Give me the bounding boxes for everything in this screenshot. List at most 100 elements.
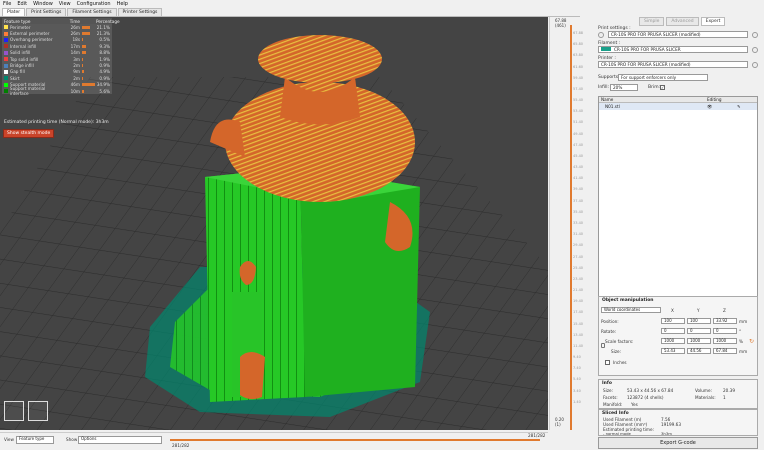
cube-iso-icon[interactable] bbox=[4, 401, 24, 421]
horizontal-slider[interactable] bbox=[170, 439, 540, 441]
position-z-input[interactable]: 33.92 bbox=[713, 318, 737, 324]
show-select[interactable]: Options bbox=[78, 436, 162, 444]
tab-filament-settings[interactable]: Filament Settings bbox=[67, 8, 117, 16]
menu-edit[interactable]: Edit bbox=[17, 1, 27, 7]
edit-icon[interactable]: ✎ bbox=[737, 104, 757, 109]
legend-bar bbox=[82, 76, 83, 80]
legend-row[interactable]: Gap fill 9m 4.9% bbox=[2, 69, 112, 75]
mode-advanced[interactable]: Advanced bbox=[666, 17, 699, 26]
scale-label: Scale factors: bbox=[605, 339, 634, 344]
size-z-input[interactable]: 67.84 bbox=[713, 348, 737, 354]
menu-window[interactable]: Window bbox=[33, 1, 53, 7]
model-foot bbox=[240, 352, 265, 400]
eye-icon[interactable]: 👁 bbox=[707, 104, 737, 110]
brim-checkbox[interactable]: ✓ bbox=[660, 85, 665, 90]
printer-edit-icon[interactable] bbox=[752, 62, 758, 68]
infill-combo[interactable]: 20% bbox=[610, 84, 638, 91]
ruler-tick: 1.40 bbox=[573, 399, 581, 404]
size-unit: mm bbox=[739, 349, 748, 354]
legend-row[interactable]: Overhang perimeter 18s 0.5% bbox=[2, 37, 112, 43]
legend-time: 46m bbox=[70, 82, 80, 88]
menu-view[interactable]: View bbox=[59, 1, 71, 7]
legend-pct: 4.9% bbox=[99, 69, 110, 75]
info-title: Info bbox=[602, 381, 612, 386]
legend-pct: 9.3% bbox=[99, 43, 110, 49]
legend-row[interactable]: Internal infill 17m 9.3% bbox=[2, 43, 112, 49]
legend-row[interactable]: Top solid infill 3m 1.9% bbox=[2, 56, 112, 62]
tab-printer-settings[interactable]: Printer Settings bbox=[117, 8, 163, 16]
legend-row[interactable]: External perimeter 26m 21.3% bbox=[2, 30, 112, 36]
coordinates-select[interactable]: World coordinates bbox=[601, 307, 661, 313]
position-label: Position: bbox=[601, 319, 619, 324]
rotate-y-input[interactable]: 0 bbox=[687, 328, 711, 334]
object-row[interactable]: N01.stl 👁 ✎ bbox=[599, 103, 757, 110]
rotate-z-input[interactable]: 0 bbox=[713, 328, 737, 334]
export-gcode-button[interactable]: Export G-code bbox=[598, 437, 758, 449]
position-y-input[interactable]: 100 bbox=[687, 318, 711, 324]
inches-checkbox[interactable] bbox=[605, 360, 610, 365]
ruler-tick: 17.40 bbox=[573, 310, 584, 315]
position-x-input[interactable]: 100 bbox=[661, 318, 685, 324]
legend-row[interactable]: Solid infill 14m 8.8% bbox=[2, 50, 112, 56]
object-list[interactable]: Name Editing N01.stl 👁 ✎ bbox=[598, 96, 758, 309]
ruler-tick: 47.40 bbox=[573, 142, 584, 147]
supports-combo[interactable]: For support enforcers only bbox=[618, 74, 708, 81]
sliced-info-panel: Sliced Info Used Filament (m) 7.56 Used … bbox=[598, 409, 758, 436]
legend-row[interactable]: Perimeter 26m 21.1% bbox=[2, 24, 112, 30]
legend-bar-cell bbox=[80, 51, 96, 55]
scale-z-input[interactable]: 1000 bbox=[713, 338, 737, 344]
tab-plater[interactable]: Plater bbox=[2, 8, 26, 16]
mode-expert[interactable]: Expert bbox=[700, 17, 726, 26]
printer-combo[interactable]: CR-10S PRO FOR PRUSA SLICER (modified) bbox=[598, 61, 748, 68]
legend-row[interactable]: Skirt 2m 0.9% bbox=[2, 75, 112, 81]
brim-label: Brim: bbox=[648, 85, 661, 90]
legend-feature-name: Skirt bbox=[10, 75, 20, 81]
legend-row[interactable]: Bridge infill 2m 0.9% bbox=[2, 62, 112, 68]
object-manipulation-panel: Object manipulation World coordinates X … bbox=[598, 296, 758, 376]
mode-simple[interactable]: Simple bbox=[639, 17, 665, 26]
legend-bar-cell bbox=[80, 25, 96, 29]
rotate-x-input[interactable]: 0 bbox=[661, 328, 685, 334]
legend-time: 14m bbox=[70, 50, 80, 56]
size-x-input[interactable]: 53.43 bbox=[661, 348, 685, 354]
horizontal-slider-right-value: 281/282 bbox=[528, 433, 546, 438]
legend-time: 18s bbox=[72, 37, 80, 43]
size-label: Size: bbox=[611, 349, 622, 354]
legend-row[interactable]: Support material interface 10m 5.6% bbox=[2, 86, 112, 96]
ruler-tick: 29.40 bbox=[573, 243, 584, 248]
layer-slider[interactable]: 67.88 (461) 67.88 65.80 63.80 61.60 59.40 57.4… bbox=[549, 17, 593, 430]
menu-help[interactable]: Help bbox=[117, 1, 128, 7]
legend-bar bbox=[82, 83, 96, 87]
scale-x-input[interactable]: 1000 bbox=[661, 338, 685, 344]
tab-print-settings[interactable]: Print Settings bbox=[26, 8, 67, 16]
print-settings-combo[interactable]: CR-10S PRO FOR PRUSA SLICER (modified) bbox=[608, 31, 748, 38]
menu-file[interactable]: File bbox=[3, 1, 11, 7]
show-stealth-button[interactable]: Show stealth mode bbox=[3, 129, 55, 138]
filament-combo[interactable]: CR-10S PRO FOR PRUSA SLICER bbox=[598, 46, 748, 53]
ruler-tick: 9.40 bbox=[573, 355, 581, 360]
estimated-time: Estimated printing time (Normal mode): 3… bbox=[4, 120, 109, 125]
position-unit: mm bbox=[739, 319, 748, 324]
reset-scale-icon[interactable]: ↻ bbox=[749, 338, 754, 345]
ruler-tick: 55.40 bbox=[573, 98, 584, 103]
ruler-tick: 45.40 bbox=[573, 153, 584, 158]
cube-solid-icon[interactable] bbox=[28, 401, 48, 421]
legend-feature: Overhang perimeter bbox=[4, 37, 64, 42]
view-select[interactable]: Feature type bbox=[16, 436, 54, 444]
ruler-track[interactable] bbox=[570, 25, 572, 430]
print-settings-icon[interactable] bbox=[598, 32, 604, 38]
size-y-input[interactable]: 44.56 bbox=[687, 348, 711, 354]
print-settings-edit-icon[interactable] bbox=[752, 32, 758, 38]
info-facets-label: Facets: bbox=[603, 395, 618, 400]
menu-configuration[interactable]: Configuration bbox=[77, 1, 111, 7]
legend-bar bbox=[82, 32, 91, 36]
ruler-tick: 35.40 bbox=[573, 209, 584, 214]
scale-y-input[interactable]: 1000 bbox=[687, 338, 711, 344]
object-list-col-editing: Editing bbox=[707, 97, 722, 102]
sliced-info-title: Sliced Info bbox=[602, 411, 629, 416]
filament-edit-icon[interactable] bbox=[752, 47, 758, 53]
info-manifold-value: Yes bbox=[631, 402, 638, 407]
legend-bar bbox=[82, 51, 86, 55]
legend-feature: External perimeter bbox=[4, 31, 64, 36]
lock-icon[interactable] bbox=[601, 343, 605, 348]
